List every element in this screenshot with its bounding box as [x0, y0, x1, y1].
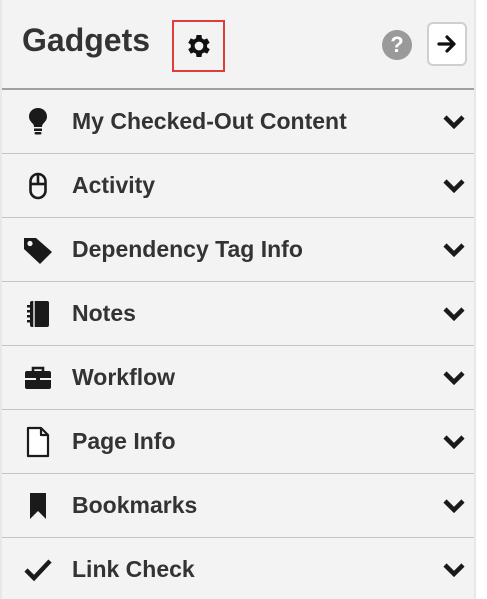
- gadget-label: Page Info: [72, 428, 176, 454]
- collapse-panel-button[interactable]: [427, 22, 467, 66]
- gadget-label: Bookmarks: [72, 492, 198, 518]
- lightbulb-icon: [22, 106, 54, 138]
- bookmark-icon: [22, 490, 54, 522]
- gadget-item-notes[interactable]: Notes: [2, 282, 474, 346]
- arrow-right-icon: [436, 33, 458, 55]
- chevron-down-icon[interactable]: [442, 496, 466, 516]
- briefcase-icon: [22, 362, 54, 394]
- checkmark-icon: [22, 554, 54, 586]
- chevron-down-icon[interactable]: [442, 368, 466, 388]
- settings-button[interactable]: [172, 20, 225, 72]
- gadget-label: Workflow: [72, 364, 176, 390]
- file-icon: [22, 426, 54, 458]
- chevron-down-icon[interactable]: [442, 432, 466, 452]
- chevron-down-icon[interactable]: [442, 560, 466, 580]
- gadget-list: My Checked-Out Content Activity Dependen…: [2, 90, 474, 599]
- gadgets-panel: Gadgets ? My Checked-Out Content Activit…: [0, 0, 476, 599]
- gadget-item-workflow[interactable]: Workflow: [2, 346, 474, 410]
- tag-icon: [22, 234, 54, 266]
- mouse-icon: [22, 170, 54, 202]
- chevron-down-icon[interactable]: [442, 112, 466, 132]
- gadget-label: Notes: [72, 300, 136, 326]
- gadget-item-dependency-tag-info[interactable]: Dependency Tag Info: [2, 218, 474, 282]
- gadget-item-bookmarks[interactable]: Bookmarks: [2, 474, 474, 538]
- gadget-label: Dependency Tag Info: [72, 236, 303, 262]
- gadget-label: Link Check: [72, 556, 195, 582]
- gadget-label: Activity: [72, 172, 156, 198]
- gadget-label: My Checked-Out Content: [72, 108, 347, 134]
- chevron-down-icon[interactable]: [442, 176, 466, 196]
- gadget-item-link-check[interactable]: Link Check: [2, 538, 474, 599]
- gadget-item-my-checked-out-content[interactable]: My Checked-Out Content: [2, 90, 474, 154]
- notebook-icon: [22, 298, 54, 330]
- gear-icon: [184, 31, 214, 61]
- chevron-down-icon[interactable]: [442, 304, 466, 324]
- gadget-item-activity[interactable]: Activity: [2, 154, 474, 218]
- chevron-down-icon[interactable]: [442, 240, 466, 260]
- gadget-item-page-info[interactable]: Page Info: [2, 410, 474, 474]
- help-icon[interactable]: ?: [382, 30, 412, 60]
- panel-title: Gadgets: [22, 22, 151, 58]
- gadgets-header: Gadgets ?: [2, 0, 474, 90]
